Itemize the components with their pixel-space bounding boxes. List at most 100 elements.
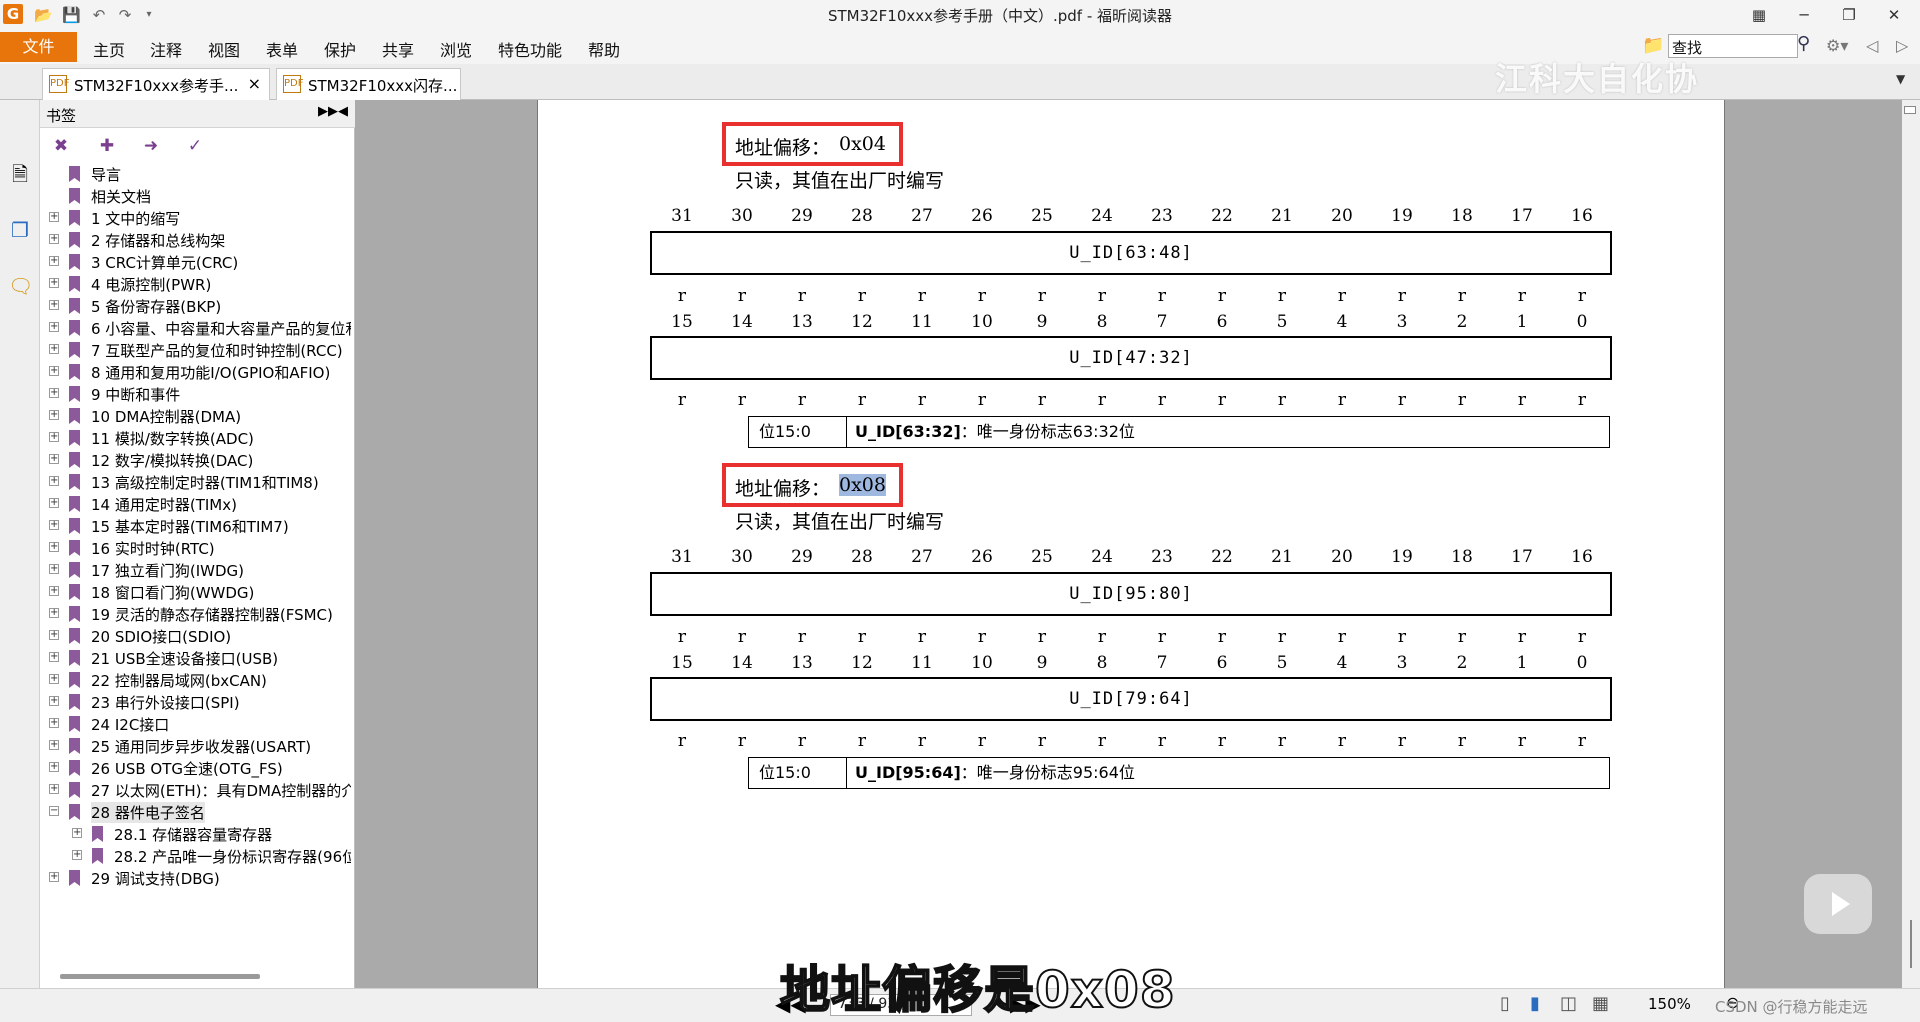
expand-node-icon[interactable]: + bbox=[49, 366, 59, 376]
nav-back-icon[interactable]: ◁ bbox=[1866, 36, 1878, 55]
facing-view-icon[interactable]: ◫ bbox=[1560, 993, 1577, 1014]
expand-node-icon[interactable]: + bbox=[49, 542, 59, 552]
expand-node-icon[interactable]: + bbox=[49, 212, 59, 222]
quick-access-dropdown-icon[interactable]: ▾ bbox=[140, 6, 158, 24]
zoom-level[interactable]: 150% bbox=[1648, 995, 1691, 1013]
expand-node-icon[interactable]: + bbox=[49, 872, 59, 882]
expand-node-icon[interactable]: + bbox=[49, 652, 59, 662]
expand-node-icon[interactable]: + bbox=[49, 520, 59, 530]
bookmark-item[interactable]: +22 控制器局域网(bxCAN) bbox=[49, 669, 351, 691]
bookmark-item[interactable]: +15 基本定时器(TIM6和TIM7) bbox=[49, 515, 351, 537]
bookmark-item[interactable]: +20 SDIO接口(SDIO) bbox=[49, 625, 351, 647]
expand-node-icon[interactable]: + bbox=[49, 476, 59, 486]
bookmark-horizontal-scrollbar[interactable] bbox=[60, 974, 260, 979]
menu-file[interactable]: 文件 bbox=[0, 32, 77, 62]
open-folder-icon[interactable]: 📂 bbox=[34, 6, 53, 24]
ribbon-mode-icon[interactable]: ▦ bbox=[1745, 4, 1773, 26]
bookmark-item[interactable]: +16 实时时钟(RTC) bbox=[49, 537, 351, 559]
close-button[interactable]: ✕ bbox=[1880, 4, 1908, 26]
delete-bookmark-icon[interactable]: ✖ bbox=[50, 135, 72, 157]
bookmark-item[interactable]: +24 I2C接口 bbox=[49, 713, 351, 735]
bookmark-item[interactable]: +17 独立看门狗(IWDG) bbox=[49, 559, 351, 581]
bookmark-item[interactable]: +28.1 存储器容量寄存器 bbox=[72, 823, 351, 845]
expand-node-icon[interactable]: + bbox=[49, 696, 59, 706]
bookmark-item[interactable]: +7 互联型产品的复位和时钟控制(RCC) bbox=[49, 339, 351, 361]
expand-node-icon[interactable]: + bbox=[49, 718, 59, 728]
search-icon[interactable]: ⚲ bbox=[1797, 33, 1810, 54]
expand-node-icon[interactable]: + bbox=[49, 740, 59, 750]
bookmark-item[interactable]: +18 窗口看门狗(WWDG) bbox=[49, 581, 351, 603]
expand-node-icon[interactable]: + bbox=[49, 564, 59, 574]
panel-collapse-icon[interactable]: ◀ bbox=[338, 104, 348, 119]
expand-node-icon[interactable]: + bbox=[49, 608, 59, 618]
minimize-button[interactable]: ─ bbox=[1790, 4, 1818, 26]
expand-node-icon[interactable]: + bbox=[49, 410, 59, 420]
menu-browse[interactable]: 浏览 bbox=[440, 37, 472, 61]
add-bookmark-icon[interactable]: ✚ bbox=[96, 135, 118, 157]
bookmark-item[interactable]: +23 串行外设接口(SPI) bbox=[49, 691, 351, 713]
tab-list-dropdown-icon[interactable]: ▼ bbox=[1896, 72, 1905, 86]
bookmark-item[interactable]: 导言 bbox=[49, 163, 351, 185]
bookmark-item[interactable]: +26 USB OTG全速(OTG_FS) bbox=[49, 757, 351, 779]
menu-features[interactable]: 特色功能 bbox=[498, 37, 562, 61]
expand-node-icon[interactable]: + bbox=[49, 454, 59, 464]
bookmark-item[interactable]: +5 备份寄存器(BKP) bbox=[49, 295, 351, 317]
restore-button[interactable]: ❐ bbox=[1835, 4, 1863, 26]
menu-help[interactable]: 帮助 bbox=[588, 37, 620, 61]
vertical-scrollbar[interactable] bbox=[1902, 100, 1920, 988]
menu-form[interactable]: 表单 bbox=[266, 37, 298, 61]
expand-node-icon[interactable]: + bbox=[49, 630, 59, 640]
expand-node-icon[interactable]: + bbox=[49, 432, 59, 442]
bookmark-item[interactable]: +1 文中的缩写 bbox=[49, 207, 351, 229]
bookmark-item[interactable]: +29 调试支持(DBG) bbox=[49, 867, 351, 889]
expand-node-icon[interactable]: + bbox=[72, 850, 82, 860]
layers-icon[interactable]: ❐ bbox=[8, 216, 32, 244]
address-offset-value[interactable]: 0x08 bbox=[839, 474, 886, 496]
menu-view[interactable]: 视图 bbox=[208, 37, 240, 61]
redo-icon[interactable]: ↷ bbox=[116, 6, 134, 24]
bookmark-item[interactable]: − 28 器件电子签名 bbox=[49, 801, 351, 823]
panel-expand-icon[interactable]: ▶▶ bbox=[318, 104, 338, 119]
bookmark-item[interactable]: +25 通用同步异步收发器(USART) bbox=[49, 735, 351, 757]
expand-node-icon[interactable]: + bbox=[49, 256, 59, 266]
bookmark-item[interactable]: +11 模拟/数字转换(ADC) bbox=[49, 427, 351, 449]
bookmark-item[interactable]: +21 USB全速设备接口(USB) bbox=[49, 647, 351, 669]
bookmark-item[interactable]: 相关文档 bbox=[49, 185, 351, 207]
bookmark-item[interactable]: +13 高级控制定时器(TIM1和TIM8) bbox=[49, 471, 351, 493]
menu-comment[interactable]: 注释 bbox=[150, 37, 182, 61]
find-folder-icon[interactable]: 📁 bbox=[1642, 35, 1664, 56]
comments-icon[interactable]: 🗨 bbox=[8, 272, 33, 300]
bookmark-item[interactable]: +2 存储器和总线构架 bbox=[49, 229, 351, 251]
bookmark-item[interactable]: +19 灵活的静态存储器控制器(FSMC) bbox=[49, 603, 351, 625]
app-logo[interactable]: G bbox=[3, 4, 23, 24]
tab-reference-manual[interactable]: PDF STM32F10xxx参考手... × bbox=[42, 68, 270, 100]
undo-icon[interactable]: ↶ bbox=[90, 6, 108, 24]
expand-node-icon[interactable]: + bbox=[49, 586, 59, 596]
menu-home[interactable]: 主页 bbox=[93, 37, 125, 61]
save-icon[interactable]: 💾 bbox=[62, 6, 81, 24]
expand-node-icon[interactable]: + bbox=[49, 278, 59, 288]
move-bookmark-icon[interactable]: ➜ bbox=[140, 135, 162, 157]
expand-node-icon[interactable]: + bbox=[72, 828, 82, 838]
expand-node-icon[interactable]: + bbox=[49, 234, 59, 244]
menu-share[interactable]: 共享 bbox=[382, 37, 414, 61]
expand-node-icon[interactable]: + bbox=[49, 784, 59, 794]
bookmark-item[interactable]: +12 数字/模拟转换(DAC) bbox=[49, 449, 351, 471]
expand-node-icon[interactable]: + bbox=[49, 674, 59, 684]
bookmark-item[interactable]: +27 以太网(ETH)：具有DMA控制器的介质 bbox=[49, 779, 351, 801]
scrollbar-thumb[interactable] bbox=[1910, 920, 1912, 968]
page-thumbnail-icon[interactable]: 🗎 bbox=[8, 160, 32, 188]
menu-protect[interactable]: 保护 bbox=[324, 37, 356, 61]
expand-node-icon[interactable]: + bbox=[49, 498, 59, 508]
expand-node-icon[interactable]: + bbox=[49, 300, 59, 310]
tab-flash-manual[interactable]: PDF STM32F10xxx闪存... bbox=[276, 68, 461, 100]
collapse-node-icon[interactable]: − bbox=[49, 806, 59, 816]
address-offset-value[interactable]: 0x04 bbox=[839, 133, 886, 155]
bookmark-item[interactable]: +14 通用定时器(TIMx) bbox=[49, 493, 351, 515]
continuous-view-icon[interactable]: ▮ bbox=[1530, 993, 1540, 1014]
bookmark-item[interactable]: +6 小容量、中容量和大容量产品的复位和 bbox=[49, 317, 351, 339]
bookmark-options-icon[interactable]: ✓ bbox=[184, 135, 206, 157]
settings-gear-icon[interactable]: ⚙▾ bbox=[1826, 36, 1848, 55]
expand-node-icon[interactable]: + bbox=[49, 322, 59, 332]
bookmark-item[interactable]: +8 通用和复用功能I/O(GPIO和AFIO) bbox=[49, 361, 351, 383]
